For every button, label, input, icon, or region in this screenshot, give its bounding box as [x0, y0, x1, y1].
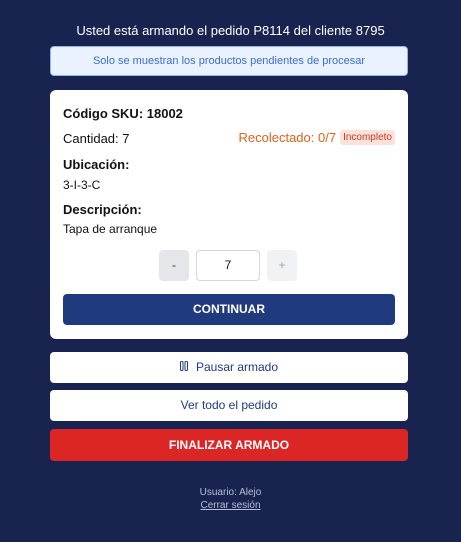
location-label: Ubicación:: [63, 157, 130, 172]
description-label: Descripción:: [63, 202, 142, 217]
pause-icon: [179, 352, 188, 383]
quantity-stepper: - 7 +: [159, 250, 297, 281]
sku-code: Código SKU: 18002: [63, 106, 183, 121]
logout-link-wrapper: Cerrar sesión: [0, 500, 461, 511]
decrement-button[interactable]: -: [159, 250, 189, 281]
quantity-row: Cantidad: 7: [63, 131, 130, 146]
product-card: Código SKU: 18002 Cantidad: 7 Recolectad…: [50, 90, 408, 339]
continue-button[interactable]: CONTINUAR: [63, 294, 395, 325]
finish-button[interactable]: FINALIZAR ARMADO: [50, 429, 408, 461]
user-label: Usuario: Alejo: [199, 487, 262, 498]
status-badge: Incompleto: [340, 130, 395, 145]
view-order-button[interactable]: Ver todo el pedido: [50, 390, 408, 421]
logout-link[interactable]: Cerrar sesión: [200, 500, 260, 511]
pause-button-label: Pausar armado: [195, 360, 279, 374]
pause-button[interactable]: Pausar armado: [50, 352, 408, 383]
quantity-label: Cantidad:: [63, 131, 119, 146]
location-value: 3-I-3-C: [63, 178, 101, 192]
collected-status: Recolectado: 0/7 Incompleto: [238, 130, 395, 145]
quantity-value: 7: [122, 131, 130, 146]
increment-button[interactable]: +: [267, 250, 297, 281]
page-title: Usted está armando el pedido P8114 del c…: [76, 23, 385, 38]
collected-count: Recolectado: 0/7: [238, 130, 337, 145]
quantity-input[interactable]: 7: [196, 250, 260, 281]
description-value: Tapa de arranque: [63, 222, 158, 236]
info-banner: Solo se muestran los productos pendiente…: [50, 46, 408, 76]
